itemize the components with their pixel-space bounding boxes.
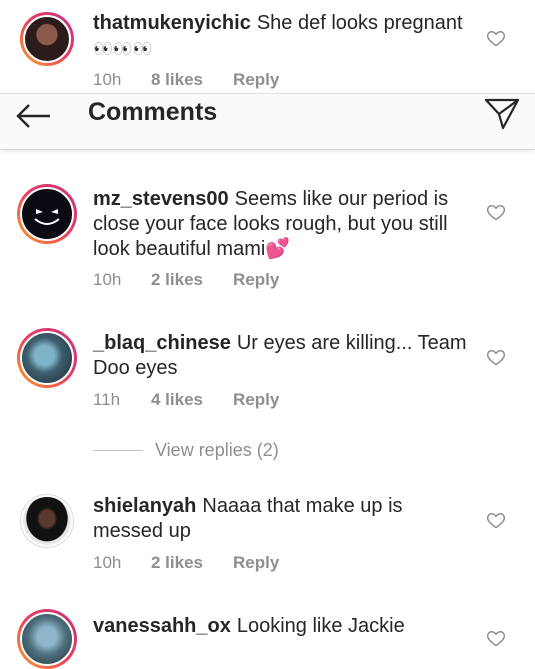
avatar[interactable] [17,184,77,244]
comment-text: mz_stevens00 Seems like our period is clo… [93,187,473,262]
reply-button[interactable]: Reply [233,553,279,573]
comment-time: 11h [93,390,121,409]
view-replies-label: View replies (2) [155,440,279,460]
comment-text: thatmukenyichic She def looks pregnant 👀👀… [93,11,473,62]
page-title: Comments [88,98,218,126]
reply-button[interactable]: Reply [233,390,279,410]
comment-likes[interactable]: 2 likes [151,270,233,290]
divider [93,450,143,451]
heart-icon[interactable] [486,510,506,530]
comment-body: She def looks pregnant [256,12,463,34]
comment-text: vanessahh_ox Looking like Jackie [93,614,473,639]
avatar-face-icon [34,209,60,225]
comment-username[interactable]: _blaq_chinese [93,332,231,354]
comment-meta: 11h 4 likes Reply [93,390,279,410]
comment-text: _blaq_chinese Ur eyes are killing... Team… [93,331,473,381]
reply-button[interactable]: Reply [233,270,279,290]
comments-header: Comments [0,93,535,150]
heart-icon[interactable] [486,628,506,648]
comment-body: Looking like Jackie [236,615,405,637]
heart-icon[interactable] [486,202,506,222]
comment-time: 10h [93,70,122,89]
comment-meta: 10h 2 likes Reply [93,553,279,573]
comment-text: shielanyah Naaaa that make up is messed u… [93,494,473,544]
paper-plane-icon[interactable] [483,96,521,134]
view-replies-button[interactable]: View replies (2) [93,440,279,461]
arrow-left-icon[interactable] [14,98,54,138]
comment-time: 10h [93,553,122,572]
reply-button[interactable]: Reply [233,70,279,90]
comment-username[interactable]: shielanyah [93,495,196,517]
comment-likes[interactable]: 2 likes [151,553,233,573]
comment-likes[interactable]: 4 likes [151,390,233,410]
comment-emoji: 👀👀👀 [93,41,153,58]
comment-likes[interactable]: 8 likes [151,70,233,90]
avatar[interactable] [17,328,77,388]
heart-icon[interactable] [486,347,506,367]
avatar[interactable] [17,609,77,669]
comment-username[interactable]: thatmukenyichic [93,12,251,34]
avatar[interactable] [20,494,74,548]
avatar[interactable] [20,12,74,66]
comment-emoji: 💕 [265,238,291,260]
comment-username[interactable]: vanessahh_ox [93,615,231,637]
comment-username[interactable]: mz_stevens00 [93,188,229,210]
comment-time: 10h [93,270,122,289]
heart-icon[interactable] [486,28,506,48]
comment-meta: 10h 8 likes Reply [93,70,279,90]
comment-meta: 10h 2 likes Reply [93,270,279,290]
